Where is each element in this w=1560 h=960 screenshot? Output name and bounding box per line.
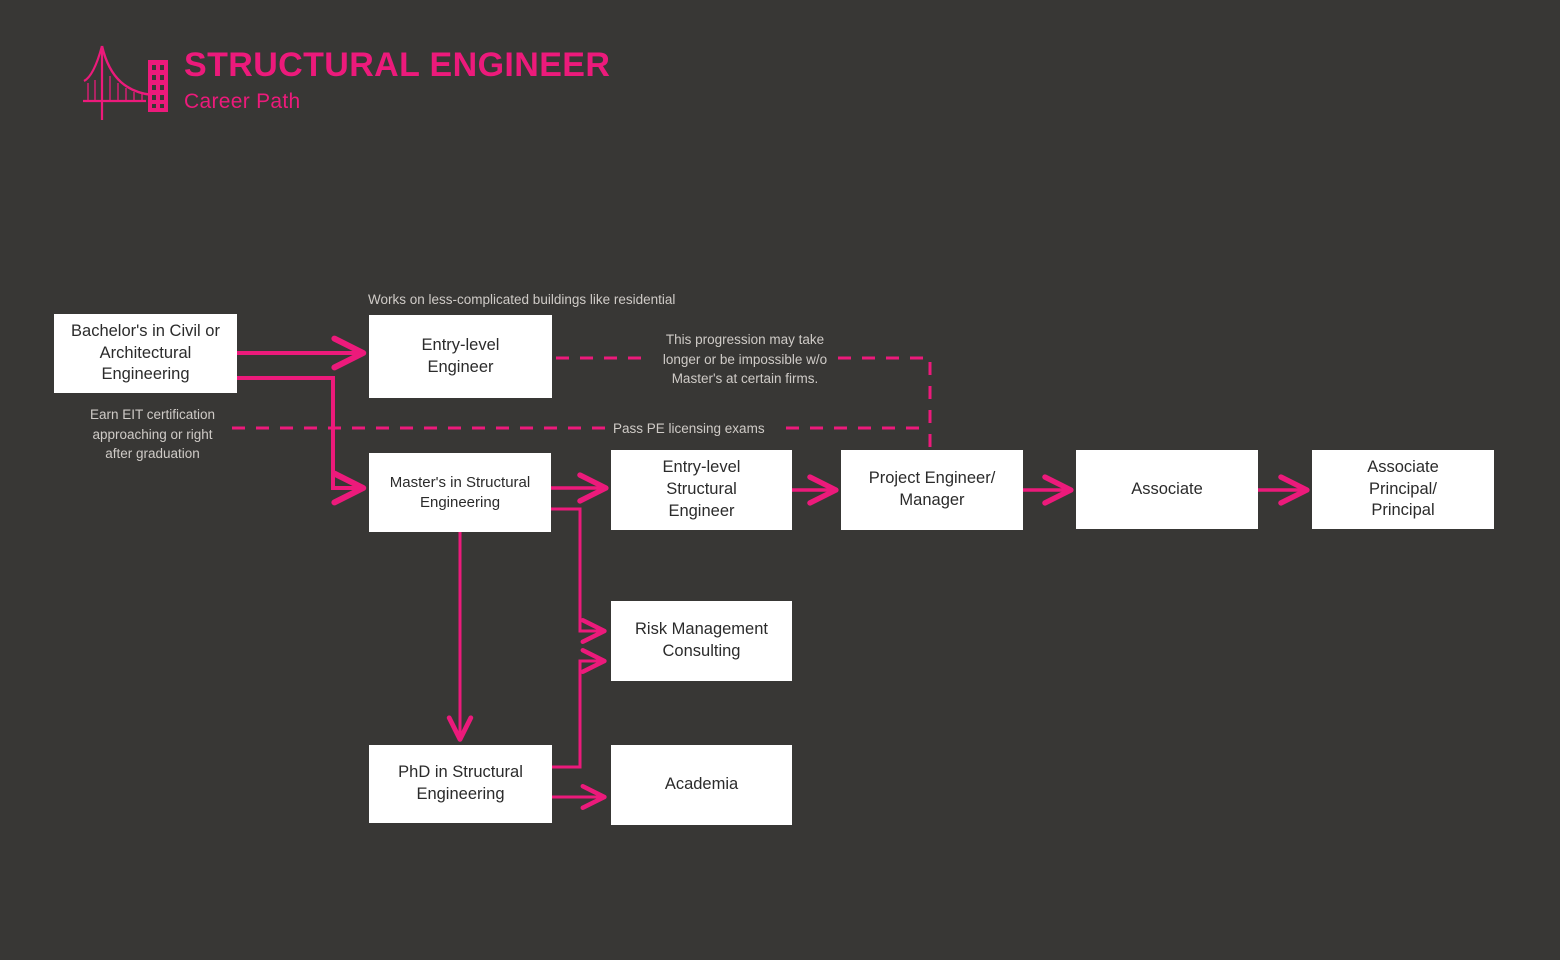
node-risk-management-consulting[interactable]: Risk Management Consulting [611,601,792,681]
annotation-pass-pe-exams: Pass PE licensing exams [613,421,765,436]
annotation-progression-note: This progression may take longer or be i… [662,332,828,387]
node-masters[interactable]: Master's in Structural Engineering [369,453,551,532]
node-project-engineer-manager[interactable]: Project Engineer/ Manager [841,450,1023,530]
diagram-canvas: STRUCTURAL ENGINEER Career Path Bachelor… [0,0,1560,960]
annotation-eit-certification: Earn EIT certification approaching or ri… [89,407,216,462]
annotation-works-on-buildings: Works on less-complicated buildings like… [368,292,676,307]
node-associate[interactable]: Associate [1076,450,1258,529]
node-bachelors[interactable]: Bachelor's in Civil or Architectural Eng… [54,314,237,393]
node-phd[interactable]: PhD in Structural Engineering [369,745,552,823]
node-entry-level-engineer[interactable]: Entry-level Engineer [369,315,552,398]
node-entry-level-structural-engineer[interactable]: Entry-level Structural Engineer [611,450,792,530]
edge-bachelors-to-masters [237,376,367,506]
edge-masters-to-risk-management [551,507,607,645]
node-academia[interactable]: Academia [611,745,792,825]
node-associate-principal[interactable]: Associate Principal/ Principal [1312,450,1494,529]
dashed-note-to-project-engineer [838,356,932,447]
edge-phd-to-risk-management [552,647,607,769]
